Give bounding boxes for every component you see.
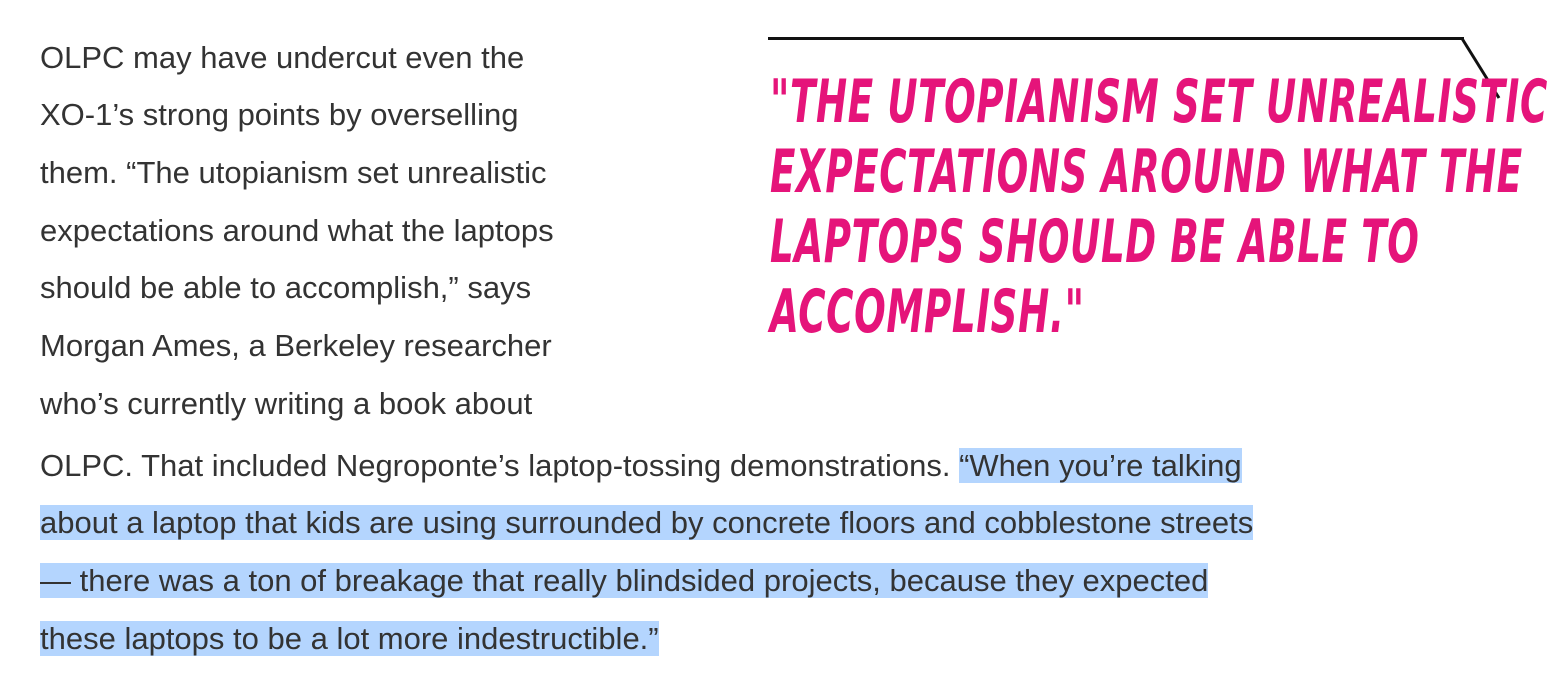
paragraph-line: OLPC. That included Negroponte’s laptop-… <box>40 446 1242 486</box>
paragraph-line: Morgan Ames, a Berkeley researcher <box>40 328 552 363</box>
paragraph-line: XO-1’s strong points by overselling <box>40 97 519 132</box>
plain-text: OLPC. That included Negroponte’s laptop-… <box>40 448 960 483</box>
pull-quote: "The utopianism set unrealistic expectat… <box>768 37 1548 367</box>
selected-text[interactable]: about a laptop that kids are using surro… <box>40 505 1254 540</box>
paragraph-line: should be able to accomplish,” says <box>40 270 532 305</box>
paragraph-line: about a laptop that kids are using surro… <box>38 503 1254 543</box>
article-body: OLPC may have undercut even the XO-1’s s… <box>0 0 1564 688</box>
paragraph-line: who’s currently writing a book about <box>40 386 533 421</box>
selected-text[interactable]: these laptops to be a lot more indestruc… <box>40 621 659 656</box>
paragraph-line: OLPC may have undercut even the <box>40 40 525 75</box>
paragraph-line: them. “The utopianism set unrealistic <box>40 155 547 190</box>
paragraph-line: — there was a ton of breakage that reall… <box>38 561 1209 601</box>
pull-quote-text: "The utopianism set unrealistic expectat… <box>770 67 1548 347</box>
pull-quote-line: accomplish." <box>770 277 1085 347</box>
pull-quote-line: "The utopianism set unrealistic <box>770 67 1548 137</box>
paragraph-line: these laptops to be a lot more indestruc… <box>38 619 659 659</box>
selected-text[interactable]: — there was a ton of breakage that reall… <box>40 563 1209 598</box>
pull-quote-line: laptops should be able to <box>770 207 1420 277</box>
paragraph-line: expectations around what the laptops <box>40 213 554 248</box>
selected-text[interactable]: “When you’re talking <box>959 448 1242 483</box>
pull-quote-line: expectations around what the <box>770 137 1523 207</box>
